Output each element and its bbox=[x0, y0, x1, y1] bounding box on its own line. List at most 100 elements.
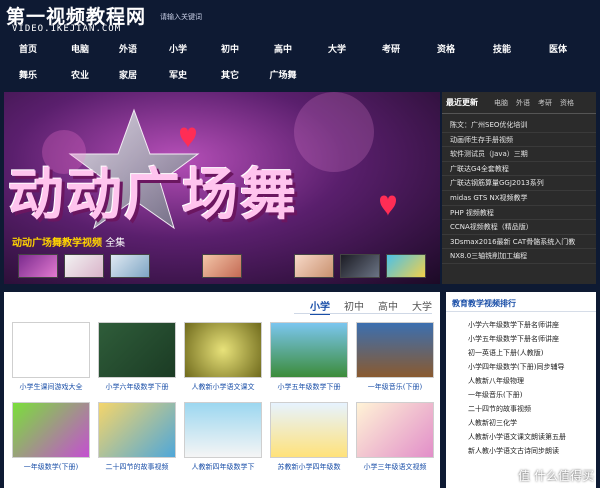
nav-item-senior[interactable]: 高中 bbox=[256, 40, 310, 60]
watermark: 值 什么值得买 bbox=[518, 469, 594, 483]
video-card[interactable]: 苏教新小学四年级数 bbox=[270, 402, 348, 472]
banner-caption-highlight[interactable]: 动动广场舞教学视频 bbox=[12, 238, 102, 249]
nav-item-junior[interactable]: 初中 bbox=[204, 40, 256, 60]
latest-item[interactable]: NX8.0三轴铣削加工编程 bbox=[442, 249, 596, 264]
video-caption[interactable]: 一年级音乐(下册) bbox=[356, 382, 434, 392]
video-card[interactable]: 小学五年级数学下册 bbox=[270, 322, 348, 392]
ranking-item[interactable]: 二十四节的故事视频 bbox=[446, 402, 596, 416]
banner-thumb-5[interactable] bbox=[294, 254, 334, 278]
video-thumbnail[interactable] bbox=[184, 322, 262, 378]
latest-updates-panel: 最近更新 电脑 外语 考研 资格 陈文：广州SEO优化培训 动画师生存手册视频 … bbox=[442, 92, 596, 284]
video-thumbnail[interactable] bbox=[98, 402, 176, 458]
ranking-item[interactable]: 小学四年级数学(下册)同步辅导 bbox=[446, 360, 596, 374]
nav-item-language[interactable]: 外语 bbox=[104, 40, 152, 60]
video-thumbnail[interactable] bbox=[356, 402, 434, 458]
video-caption[interactable]: 小学六年级数学下册 bbox=[98, 382, 176, 392]
nav-row-2: 舞乐 农业 家居 军史 其它 广场舞 bbox=[0, 66, 310, 86]
latest-updates-list: 陈文：广州SEO优化培训 动画师生存手册视频 软件测试员（Java）三期 广联达… bbox=[442, 114, 596, 264]
latest-tab-language[interactable]: 外语 bbox=[516, 98, 530, 108]
nav-item-military-history[interactable]: 军史 bbox=[152, 66, 204, 86]
latest-tab-computer[interactable]: 电脑 bbox=[494, 98, 508, 108]
main-video-section: 小学 初中 高中 大学 小学生课间游戏大全 小学六年级数学下册 人教新小学语文课… bbox=[4, 292, 440, 488]
latest-tab-certificate[interactable]: 资格 bbox=[560, 98, 574, 108]
video-caption[interactable]: 一年级数学(下册) bbox=[12, 462, 90, 472]
video-card[interactable]: 一年级音乐(下册) bbox=[356, 322, 434, 392]
video-card[interactable]: 小学生课间游戏大全 bbox=[12, 322, 90, 392]
tabs-divider bbox=[294, 313, 432, 314]
nav-item-postgrad[interactable]: 考研 bbox=[364, 40, 418, 60]
site-logo-url: VIDEO.1KEJIAN.COM bbox=[12, 24, 122, 34]
ranking-item[interactable]: 人教新小学语文课文朗读第五册 bbox=[446, 430, 596, 444]
video-thumbnail[interactable] bbox=[98, 322, 176, 378]
banner-caption: 动动广场舞教学视频 全集 bbox=[12, 234, 125, 249]
hero-banner[interactable]: 动动广场舞 动动广场舞教学视频 全集 bbox=[4, 92, 440, 284]
header-note: 请输入关键词 bbox=[160, 13, 202, 21]
latest-updates-title: 最近更新 bbox=[446, 98, 478, 107]
video-caption[interactable]: 小学五年级数学下册 bbox=[270, 382, 348, 392]
nav-item-square-dance[interactable]: 广场舞 bbox=[256, 66, 310, 86]
education-ranking-panel: 教育教学视频排行 小学六年级数学下册名师讲座 小学五年级数学下册名师讲座 初一英… bbox=[446, 292, 596, 488]
banner-caption-rest: 全集 bbox=[105, 238, 126, 249]
nav-item-primary[interactable]: 小学 bbox=[152, 40, 204, 60]
video-card[interactable]: 人教新四年级数学下 bbox=[184, 402, 262, 472]
banner-thumb-2[interactable] bbox=[64, 254, 104, 278]
nav-item-home[interactable]: 首页 bbox=[0, 40, 56, 60]
nav-item-certificate[interactable]: 资格 bbox=[418, 40, 474, 60]
nav-item-computer[interactable]: 电脑 bbox=[56, 40, 104, 60]
video-thumbnail[interactable] bbox=[12, 402, 90, 458]
video-caption[interactable]: 小学三年级语文视频 bbox=[356, 462, 434, 472]
ranking-item[interactable]: 初一英语上下册(人教版) bbox=[446, 346, 596, 360]
latest-item[interactable]: PHP 视频教程 bbox=[442, 206, 596, 221]
ranking-list: 小学六年级数学下册名师讲座 小学五年级数学下册名师讲座 初一英语上下册(人教版)… bbox=[446, 312, 596, 458]
video-caption[interactable]: 小学生课间游戏大全 bbox=[12, 382, 90, 392]
nav-item-medical-sports[interactable]: 医体 bbox=[530, 40, 586, 60]
nav-item-home-living[interactable]: 家居 bbox=[104, 66, 152, 86]
page: 第一视频教程网 VIDEO.1KEJIAN.COM 请输入关键词 首页 电脑 外… bbox=[0, 0, 600, 488]
banner-thumb-3[interactable] bbox=[110, 254, 150, 278]
banner-thumb-6[interactable] bbox=[340, 254, 380, 278]
video-caption[interactable]: 人教新小学语文课文 bbox=[184, 382, 262, 392]
video-thumbnail[interactable] bbox=[12, 322, 90, 378]
nav-item-skills[interactable]: 技能 bbox=[474, 40, 530, 60]
banner-thumbnails bbox=[18, 254, 438, 280]
banner-thumb-1[interactable] bbox=[18, 254, 58, 278]
banner-thumb-4[interactable] bbox=[202, 254, 242, 278]
latest-item[interactable]: 陈文：广州SEO优化培训 bbox=[442, 118, 596, 133]
ranking-item[interactable]: 人教新八年级物理 bbox=[446, 374, 596, 388]
video-caption[interactable]: 二十四节的故事视频 bbox=[98, 462, 176, 472]
video-card[interactable]: 二十四节的故事视频 bbox=[98, 402, 176, 472]
ranking-item[interactable]: 人教新初三化学 bbox=[446, 416, 596, 430]
nav-item-dance-music[interactable]: 舞乐 bbox=[0, 66, 56, 86]
ranking-item[interactable]: 一年级音乐(下册) bbox=[446, 388, 596, 402]
banner-title: 动动广场舞 bbox=[8, 162, 298, 228]
latest-tab-postgrad[interactable]: 考研 bbox=[538, 98, 552, 108]
latest-item[interactable]: 动画师生存手册视频 bbox=[442, 133, 596, 148]
latest-item[interactable]: midas GTS NX视频教学 bbox=[442, 191, 596, 206]
ranking-title: 教育教学视频排行 bbox=[446, 292, 596, 312]
latest-item[interactable]: 软件测试员（Java）三期 bbox=[442, 147, 596, 162]
nav-item-agriculture[interactable]: 农业 bbox=[56, 66, 104, 86]
video-card[interactable]: 人教新小学语文课文 bbox=[184, 322, 262, 392]
ranking-item[interactable]: 新人教小学语文古诗同步朗读 bbox=[446, 444, 596, 458]
video-thumbnail[interactable] bbox=[270, 322, 348, 378]
nav-row-1: 首页 电脑 外语 小学 初中 高中 大学 考研 资格 技能 医体 bbox=[0, 40, 586, 60]
video-thumbnail[interactable] bbox=[184, 402, 262, 458]
ranking-item[interactable]: 小学六年级数学下册名师讲座 bbox=[446, 318, 596, 332]
video-card[interactable]: 小学三年级语文视频 bbox=[356, 402, 434, 472]
latest-updates-header: 最近更新 电脑 外语 考研 资格 bbox=[442, 92, 596, 114]
ranking-item[interactable]: 小学五年级数学下册名师讲座 bbox=[446, 332, 596, 346]
video-card[interactable]: 一年级数学(下册) bbox=[12, 402, 90, 472]
video-caption[interactable]: 苏教新小学四年级数 bbox=[270, 462, 348, 472]
video-thumbnail[interactable] bbox=[356, 322, 434, 378]
latest-item[interactable]: CCNA视频教程（精品版） bbox=[442, 220, 596, 235]
nav-item-other[interactable]: 其它 bbox=[204, 66, 256, 86]
nav-item-university[interactable]: 大学 bbox=[310, 40, 364, 60]
video-thumbnail[interactable] bbox=[270, 402, 348, 458]
latest-item[interactable]: 广联达G4全套教程 bbox=[442, 162, 596, 177]
latest-item[interactable]: 3Dsmax2016最新 CAT骨骼系统入门教 bbox=[442, 235, 596, 250]
header: 第一视频教程网 VIDEO.1KEJIAN.COM 请输入关键词 首页 电脑 外… bbox=[0, 0, 600, 90]
video-caption[interactable]: 人教新四年级数学下 bbox=[184, 462, 262, 472]
banner-thumb-7[interactable] bbox=[386, 254, 426, 278]
video-card[interactable]: 小学六年级数学下册 bbox=[98, 322, 176, 392]
latest-item[interactable]: 广联达钢筋算量GGJ2013系列 bbox=[442, 176, 596, 191]
